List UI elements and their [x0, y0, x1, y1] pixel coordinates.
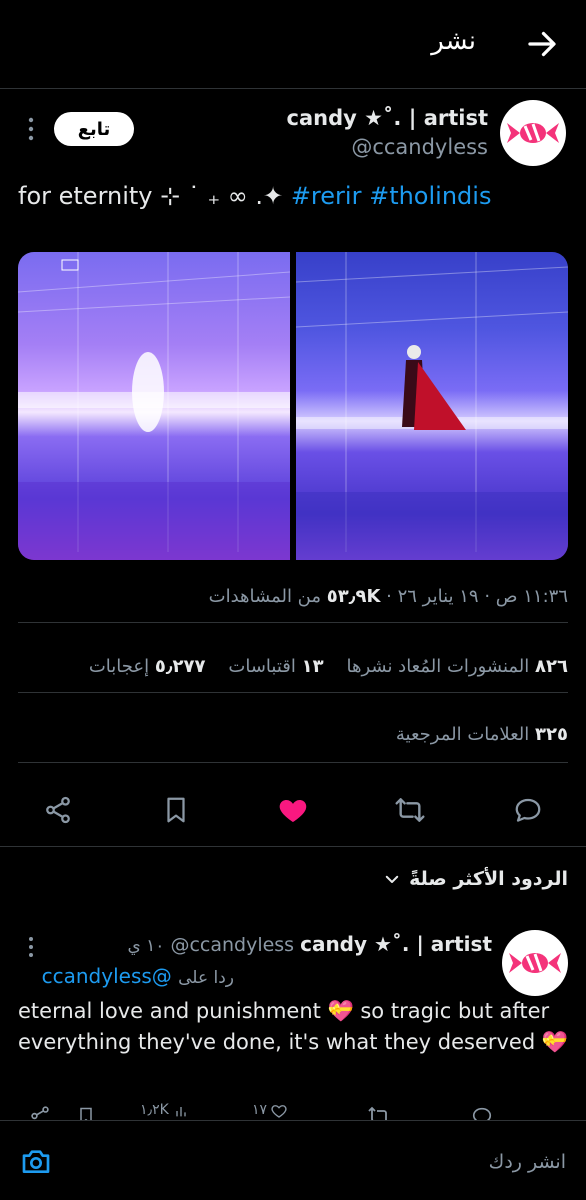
avatar[interactable] — [500, 100, 566, 166]
divider — [18, 622, 568, 623]
views-count: ٥٣٫٩K — [326, 586, 381, 607]
bookmarks-label: العلامات المرجعية — [395, 724, 530, 745]
user-handle[interactable]: @ccandyless — [351, 135, 488, 159]
repost-button[interactable] — [392, 792, 428, 828]
comment-icon — [515, 798, 541, 822]
post-text-plain: for eternity ⊹ ˙ ₊ ∞ .✦ — [18, 182, 284, 210]
replies-sort-label: الردود الأكثر صلةً — [409, 868, 568, 890]
arrow-right-icon — [528, 31, 556, 57]
back-button[interactable] — [524, 26, 560, 62]
reply-button[interactable] — [510, 792, 546, 828]
share-button[interactable] — [40, 792, 76, 828]
candy-icon — [507, 123, 559, 143]
views-icon — [176, 1107, 186, 1117]
artwork-image-right[interactable] — [295, 252, 568, 560]
reply-display-name[interactable]: candy ★˚. | artist — [300, 932, 492, 956]
post-text: for eternity ⊹ ˙ ₊ ∞ .✦ #rerir #tholindi… — [18, 182, 491, 210]
hashtag-link[interactable]: #tholindis — [369, 182, 491, 210]
page-title: نشر — [431, 26, 476, 56]
reply-comment-button[interactable] — [468, 1102, 496, 1120]
divider — [0, 846, 586, 847]
bookmark-button[interactable] — [158, 792, 194, 828]
reply-header: candy ★˚. | artist @ccandyless ١٠ ي — [127, 932, 492, 956]
camera-button[interactable] — [20, 1145, 52, 1181]
reposts-count: ٨٢٦ — [535, 656, 568, 677]
divider — [18, 762, 568, 763]
reply-views[interactable]: ١٫٢K — [140, 1102, 189, 1120]
timestamp-text: ١١:٣٦ ص · ١٩ يناير ٢٦ · — [386, 586, 568, 607]
hashtag-link[interactable]: #rerir — [291, 182, 362, 210]
replies-sort-dropdown[interactable]: الردود الأكثر صلةً — [383, 868, 568, 890]
quotes-label: اقتباسات — [228, 656, 296, 677]
divider — [0, 88, 586, 89]
reply-like-button[interactable]: ١٧ — [252, 1102, 288, 1120]
post-timestamp: ١١:٣٦ ص · ١٩ يناير ٢٦ · ٥٣٫٩K من المشاهد… — [209, 586, 568, 607]
share-icon — [46, 796, 70, 824]
comment-icon — [472, 1107, 492, 1120]
chevron-down-icon — [385, 875, 399, 883]
more-options-button[interactable] — [26, 116, 36, 146]
more-vertical-icon — [29, 937, 33, 957]
share-icon — [31, 1106, 49, 1120]
reply-handle[interactable]: @ccandyless — [170, 934, 294, 956]
display-name[interactable]: candy ★˚. | artist — [287, 106, 489, 130]
reply-time: ١٠ ي — [127, 936, 165, 956]
camera-icon — [22, 1150, 50, 1173]
artwork-right-illustration — [295, 252, 568, 560]
reply-bookmark-button[interactable] — [72, 1102, 100, 1120]
likes-label: إعجابات — [88, 656, 150, 677]
mention-link[interactable]: @ccandyless — [42, 964, 172, 988]
reply-likes-count: ١٧ — [252, 1102, 268, 1118]
repost-icon — [368, 1106, 387, 1120]
top-bar: نشر — [0, 0, 586, 88]
stats-row: ٨٢٦ المنشورات المُعاد نشرها ١٣ اقتباسات … — [89, 656, 568, 677]
heart-icon — [271, 1105, 287, 1118]
reply-actions: ١٫٢K ١٧ — [0, 1102, 586, 1120]
artwork-left-illustration — [18, 252, 291, 560]
quotes-count: ١٣ — [301, 656, 324, 677]
reply-views-count: ١٫٢K — [140, 1102, 169, 1118]
reposts-label: المنشورات المُعاد نشرها — [346, 656, 530, 677]
reply-more-button[interactable] — [26, 936, 36, 962]
heart-filled-icon — [279, 800, 307, 822]
reply-composer: انشر ردك — [0, 1120, 586, 1200]
bookmark-icon — [80, 1107, 92, 1120]
reply-avatar[interactable] — [502, 930, 568, 996]
reply-input[interactable]: انشر ردك — [489, 1151, 566, 1173]
divider — [18, 692, 568, 693]
follow-button[interactable]: تابع — [54, 112, 134, 146]
likes-stat[interactable]: ٥٫٢٧٧ إعجابات — [89, 656, 206, 677]
replying-to: ردا على @ccandyless — [42, 964, 234, 988]
quotes-stat[interactable]: ١٣ اقتباسات — [228, 656, 323, 677]
more-vertical-icon — [28, 117, 34, 141]
reply-share-button[interactable] — [26, 1102, 54, 1120]
artwork-image-left[interactable] — [18, 252, 291, 560]
bookmark-icon — [167, 797, 185, 823]
likes-count: ٥٫٢٧٧ — [154, 656, 206, 677]
post-media[interactable] — [18, 252, 568, 560]
like-button[interactable] — [275, 792, 311, 828]
candy-icon — [509, 953, 561, 973]
replying-prefix: ردا على — [178, 968, 234, 988]
views-label: من المشاهدات — [208, 586, 322, 607]
bookmarks-count: ٣٢٥ — [535, 724, 568, 745]
bookmarks-stat[interactable]: ٣٢٥ العلامات المرجعية — [396, 724, 568, 745]
reply-repost-button[interactable] — [365, 1102, 393, 1120]
reposts-stat[interactable]: ٨٢٦ المنشورات المُعاد نشرها — [346, 656, 568, 677]
reply-text: eternal love and punishment 💝 so tragic … — [18, 999, 568, 1054]
repost-icon — [395, 798, 425, 822]
